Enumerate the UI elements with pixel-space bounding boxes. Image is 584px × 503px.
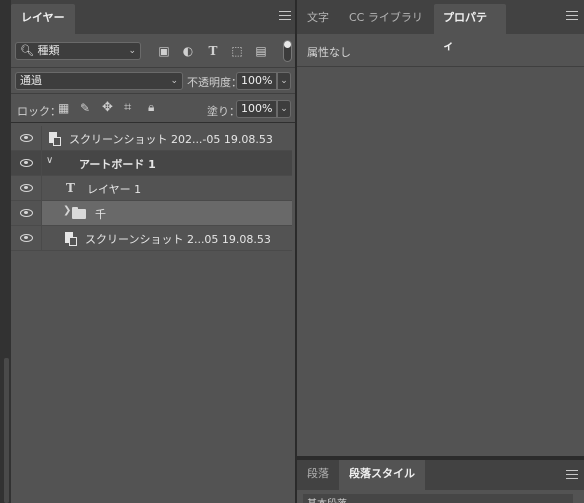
type-filter-icon[interactable]: T (206, 44, 220, 58)
smart-object-filter-icon[interactable]: ▤ (254, 44, 268, 58)
layers-tabbar: レイヤー (11, 0, 295, 34)
tab-paragraph[interactable]: 段落 (297, 460, 339, 490)
divider (297, 66, 584, 67)
left-gutter (0, 0, 11, 503)
smart-object-icon (49, 132, 61, 146)
properties-empty-text: 属性なし (307, 46, 351, 59)
smart-object-icon (65, 232, 77, 246)
scrollbar[interactable] (4, 358, 9, 503)
layer-row[interactable]: スクリーンショット 202...-05 19.08.53 (11, 126, 292, 151)
filter-kind-label: 種類 (37, 44, 60, 57)
lock-transparency-icon[interactable]: ▦ (58, 101, 69, 115)
paragraph-styles-list: 基本段落 (297, 490, 584, 503)
panel-menu-icon[interactable] (566, 11, 578, 21)
tab-cc-libraries[interactable]: CC ライブラリ (339, 4, 433, 34)
layer-filter-row: 🔍︎ 種類 ⌄ (11, 34, 295, 68)
tab-layers[interactable]: レイヤー (11, 4, 75, 34)
type-layer-icon: T (66, 181, 75, 195)
layers-panel: レイヤー 🔍︎ 種類 ⌄ ▣ ◐ T ⬚ ▤ 通過 ⌄ 不透明度： 100% ⌄… (11, 0, 296, 503)
lock-row: ロック： ▦ ✎ ✥ ⌗ 🔒︎ 塗り： 100% ⌄ (11, 95, 295, 123)
lock-label: ロック： (17, 105, 61, 118)
paragraph-style-item[interactable]: 基本段落 (303, 494, 573, 503)
lock-all-icon[interactable]: 🔒︎ (148, 100, 154, 115)
blend-row: 通過 ⌄ 不透明度： 100% ⌄ (11, 68, 295, 94)
tab-character[interactable]: 文字 (297, 4, 339, 34)
filter-kind-select[interactable]: 🔍︎ 種類 ⌄ (15, 42, 141, 60)
eye-icon (20, 184, 33, 192)
folder-icon (72, 207, 86, 219)
layer-row[interactable]: ❯ 千 (11, 201, 292, 226)
opacity-field[interactable]: 100% (236, 72, 277, 90)
tab-paragraph-styles[interactable]: 段落スタイル (339, 460, 425, 490)
visibility-toggle[interactable] (11, 126, 42, 150)
panel-menu-icon[interactable] (566, 470, 578, 480)
layer-name: 千 (95, 208, 106, 221)
chevron-down-icon: ⌄ (128, 46, 136, 56)
eye-icon (20, 159, 33, 167)
fill-dropdown-icon[interactable]: ⌄ (277, 100, 291, 118)
layer-row[interactable]: T レイヤー 1 (11, 176, 292, 201)
tab-properties[interactable]: プロパティ (434, 4, 506, 52)
eye-icon (20, 234, 33, 242)
layer-name: アートボード 1 (79, 158, 156, 171)
adjustment-filter-icon[interactable]: ◐ (181, 44, 195, 58)
visibility-toggle[interactable] (11, 226, 42, 250)
visibility-toggle[interactable] (11, 201, 42, 225)
image-filter-icon[interactable]: ▣ (157, 44, 171, 58)
eye-icon (20, 209, 33, 217)
chevron-down-icon: ⌄ (170, 76, 178, 86)
chevron-down-icon[interactable]: ∨ (46, 155, 53, 166)
properties-panel: 文字 CC ライブラリ プロパティ 属性なし 段落 段落スタイル 基本段落 (297, 0, 584, 503)
layer-name: レイヤー 1 (87, 183, 142, 196)
panel-menu-icon[interactable] (279, 11, 291, 21)
visibility-toggle[interactable] (11, 176, 42, 200)
lock-pixels-icon[interactable]: ✎ (80, 101, 90, 115)
paragraph-tabbar: 段落 段落スタイル (297, 460, 584, 490)
chevron-right-icon[interactable]: ❯ (63, 205, 71, 216)
lock-position-icon[interactable]: ✥ (102, 100, 113, 115)
opacity-label: 不透明度： (187, 76, 242, 89)
right-tabbar: 文字 CC ライブラリ プロパティ (297, 0, 584, 52)
filter-toggle[interactable] (283, 40, 292, 62)
search-icon: 🔍︎ (20, 44, 34, 57)
blend-mode-value: 通過 (20, 74, 42, 87)
lock-artboard-icon[interactable]: ⌗ (124, 100, 131, 115)
opacity-dropdown-icon[interactable]: ⌄ (277, 72, 291, 90)
eye-icon (20, 134, 33, 142)
layer-name: スクリーンショット 202...-05 19.08.53 (69, 133, 273, 146)
shape-filter-icon[interactable]: ⬚ (230, 44, 244, 58)
layer-row[interactable]: スクリーンショット 2...05 19.08.53 (11, 226, 292, 251)
fill-field[interactable]: 100% (236, 100, 277, 118)
layer-name: スクリーンショット 2...05 19.08.53 (85, 233, 271, 246)
visibility-toggle[interactable] (11, 151, 42, 175)
blend-mode-select[interactable]: 通過 ⌄ (15, 72, 183, 90)
layer-row[interactable]: ∨ アートボード 1 (11, 151, 292, 176)
